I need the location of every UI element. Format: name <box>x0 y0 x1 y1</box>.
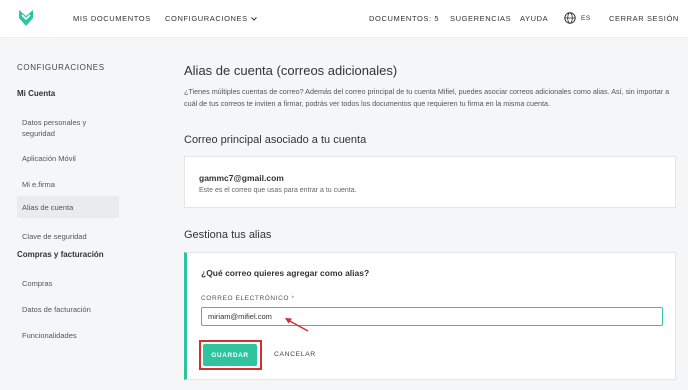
nav-suggestions[interactable]: SUGERENCIAS <box>450 14 511 23</box>
chevron-down-icon <box>250 17 257 21</box>
sidebar-item-account-alias[interactable]: Alias de cuenta <box>17 196 119 218</box>
language-selector[interactable]: ES <box>581 15 591 22</box>
page-description: ¿Tienes múltiples cuentas de correo? Ade… <box>184 87 670 108</box>
email-field-label-text: CORREO ELECTRÓNICO <box>201 295 290 302</box>
nav-logout[interactable]: CERRAR SESIÓN <box>609 14 679 23</box>
primary-email-heading: Correo principal asociado a tu cuenta <box>184 134 367 146</box>
nav-settings-label: CONFIGURACIONES <box>165 14 248 23</box>
required-mark: * <box>291 295 295 302</box>
cancel-button[interactable]: CANCELAR <box>274 351 316 358</box>
annotation-arrow-icon <box>285 318 309 332</box>
add-alias-card: ¿Qué correo quieres agregar como alias? … <box>184 252 676 380</box>
nav-document-count[interactable]: DOCUMENTOS: 5 <box>369 14 439 23</box>
sidebar-section-account: Mi Cuenta <box>17 89 56 98</box>
sidebar-section-billing: Compras y facturación <box>17 250 104 259</box>
sidebar-item-purchases[interactable]: Compras <box>17 274 119 293</box>
nav-help[interactable]: AYUDA <box>520 14 548 23</box>
sidebar-heading: CONFIGURACIONES <box>17 63 105 72</box>
sidebar-item-personal-data[interactable]: Datos personales y seguridad <box>17 113 119 143</box>
alias-email-input[interactable] <box>201 307 663 326</box>
top-navbar: MIS DOCUMENTOS CONFIGURACIONES DOCUMENTO… <box>0 0 688 38</box>
page-title: Alias de cuenta (correos adicionales) <box>184 63 398 78</box>
nav-my-documents[interactable]: MIS DOCUMENTOS <box>73 14 151 23</box>
primary-email: gammc7@gmail.com <box>199 173 284 183</box>
save-highlight-box <box>199 340 262 370</box>
mifiel-logo[interactable] <box>18 9 34 27</box>
sidebar-item-mobile-app[interactable]: Aplicación Móvil <box>17 149 119 168</box>
email-field-label: CORREO ELECTRÓNICO * <box>201 295 295 302</box>
nav-settings[interactable]: CONFIGURACIONES <box>165 14 257 23</box>
settings-sidebar: CONFIGURACIONES Mi Cuenta Datos personal… <box>0 38 130 390</box>
sidebar-item-features[interactable]: Funcionalidades <box>17 326 119 345</box>
sidebar-item-efirma[interactable]: Mi e.firma <box>17 175 119 194</box>
sidebar-item-billing-data[interactable]: Datos de facturación <box>17 300 119 319</box>
globe-icon[interactable] <box>564 12 576 24</box>
primary-email-card: gammc7@gmail.com Este es el correo que u… <box>184 156 676 208</box>
primary-email-note: Este es el correo que usas para entrar a… <box>199 187 357 194</box>
add-alias-question: ¿Qué correo quieres agregar como alias? <box>201 268 370 278</box>
sidebar-item-security-key[interactable]: Clave de seguridad <box>17 227 119 246</box>
manage-alias-heading: Gestiona tus alias <box>184 229 272 241</box>
